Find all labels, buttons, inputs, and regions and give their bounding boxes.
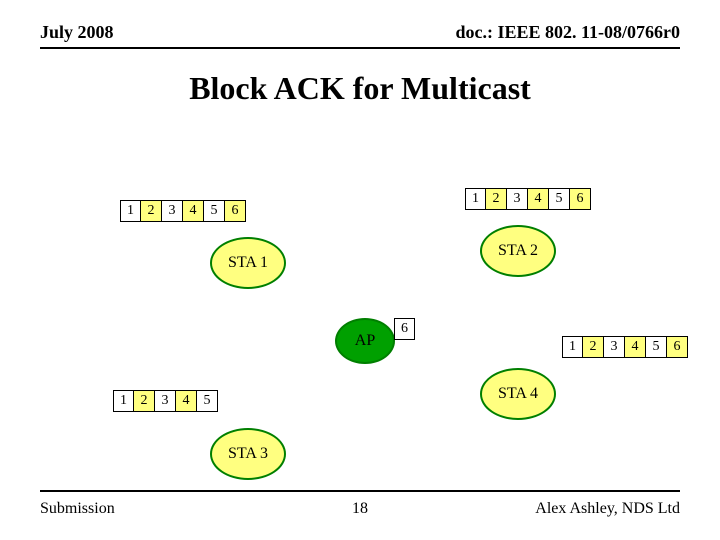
packet-cell: 3	[155, 390, 176, 412]
packet-cell: 1	[120, 200, 141, 222]
packet-cell: 6	[570, 188, 591, 210]
hdr-date: July 2008	[40, 22, 114, 43]
node-sta2: STA 2	[480, 225, 556, 277]
node-sta3: STA 3	[210, 428, 286, 480]
packets-sta3: 12345	[113, 390, 218, 412]
packet-cell: 5	[204, 200, 225, 222]
slide: July 2008 doc.: IEEE 802. 11-08/0766r0 B…	[0, 0, 720, 540]
packet-cell: 5	[549, 188, 570, 210]
packet-cell: 2	[583, 336, 604, 358]
packet-cell: 4	[528, 188, 549, 210]
node-sta4: STA 4	[480, 368, 556, 420]
slide-title: Block ACK for Multicast	[0, 70, 720, 107]
packet-cell: 2	[486, 188, 507, 210]
packet-cell: 1	[465, 188, 486, 210]
packet-cell: 4	[176, 390, 197, 412]
packet-cell: 3	[604, 336, 625, 358]
packet-cell: 1	[113, 390, 134, 412]
packet-cell: 1	[562, 336, 583, 358]
ftr-right: Alex Ashley, NDS Ltd	[535, 500, 680, 518]
packet-cell: 3	[507, 188, 528, 210]
packet-cell: 2	[141, 200, 162, 222]
packet-cell: 6	[225, 200, 246, 222]
node-sta1: STA 1	[210, 237, 286, 289]
node-ap: AP	[335, 318, 395, 364]
packet-cell: 2	[134, 390, 155, 412]
packet-cell: 4	[625, 336, 646, 358]
packet-cell: 4	[183, 200, 204, 222]
hdr-rule	[40, 47, 680, 49]
packet-cell: 6	[667, 336, 688, 358]
packets-ap: 6	[394, 318, 415, 340]
packet-cell: 5	[646, 336, 667, 358]
packet-cell: 3	[162, 200, 183, 222]
packets-sta2: 123456	[465, 188, 591, 210]
packets-sta4: 123456	[562, 336, 688, 358]
hdr-docnum: doc.: IEEE 802. 11-08/0766r0	[455, 22, 680, 43]
packet-cell: 5	[197, 390, 218, 412]
packets-sta1: 123456	[120, 200, 246, 222]
packet-cell: 6	[394, 318, 415, 340]
ftr-rule	[40, 490, 680, 492]
